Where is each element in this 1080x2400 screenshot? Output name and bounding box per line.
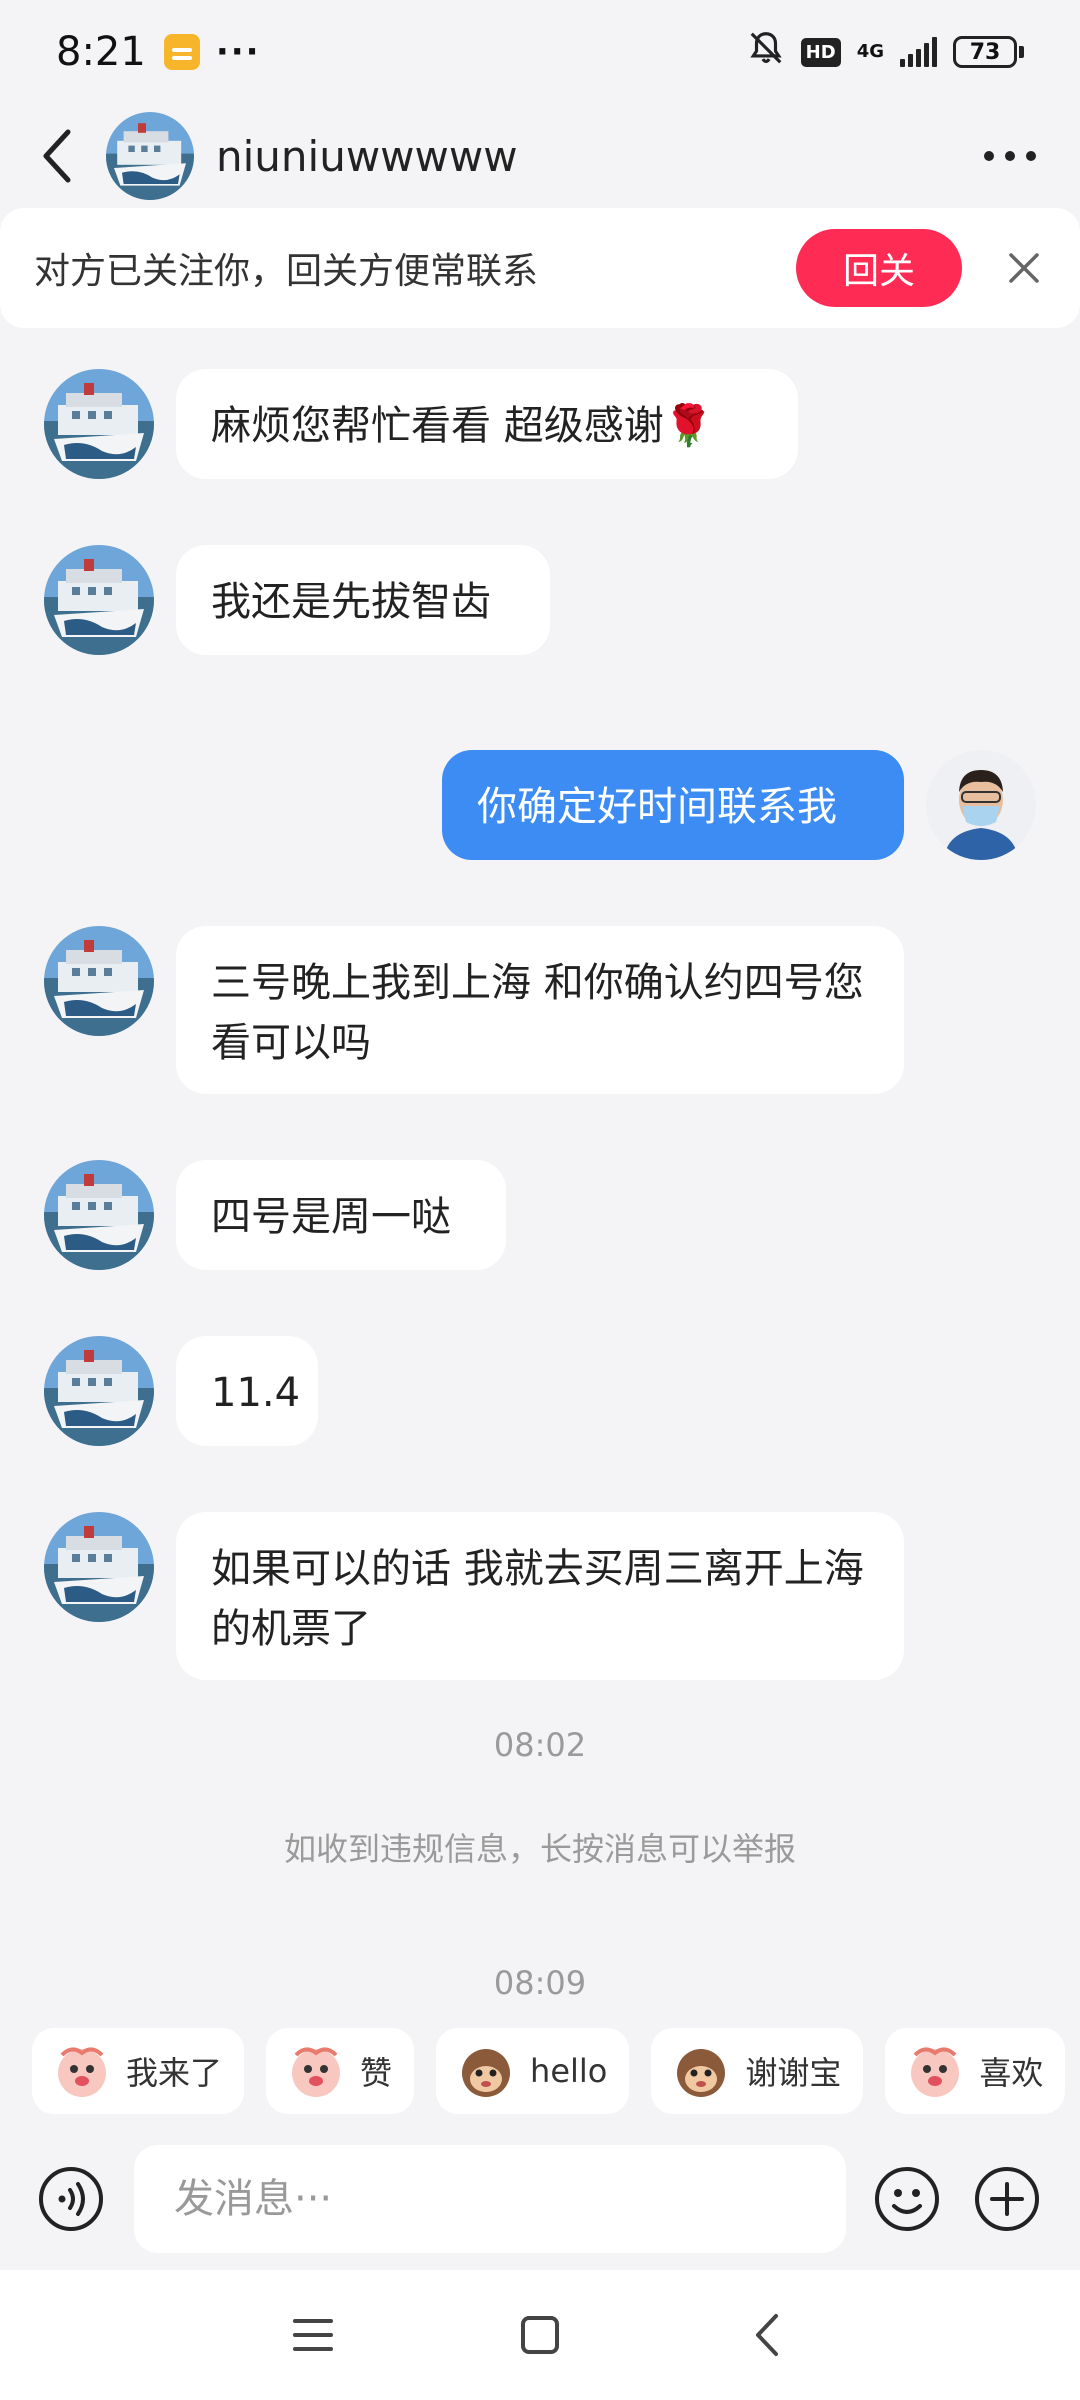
home-icon[interactable] (500, 2295, 580, 2375)
battery-icon: 73 (953, 36, 1024, 68)
my-message-bubble[interactable]: 你确定好时间联系我 (442, 750, 904, 860)
quick-reply-chip[interactable]: 谢谢宝 (651, 2028, 864, 2114)
message-bubble[interactable]: 我还是先拔智齿 (176, 545, 550, 655)
voice-input-icon[interactable] (36, 2164, 106, 2234)
message-input[interactable] (134, 2145, 846, 2253)
mute-bell-icon (747, 29, 785, 76)
message-bubble[interactable]: 11.4 (176, 1336, 318, 1446)
status-bar: 8:21 ··· HD 4G 73 (0, 0, 1080, 104)
message-bubble[interactable]: 麻烦您帮忙看看 超级感谢🌹 (176, 369, 798, 479)
notes-app-icon (163, 34, 200, 70)
menu-icon[interactable] (273, 2295, 353, 2375)
monkey-sticker-icon (456, 2041, 516, 2101)
system-nav-bar (0, 2270, 1080, 2400)
input-row (0, 2144, 1080, 2254)
battery-level: 73 (953, 36, 1017, 68)
quick-reply-chip[interactable]: 我来了 (32, 2028, 245, 2114)
quick-reply-label: 我来了 (126, 2054, 223, 2092)
quick-reply-chip[interactable]: hello (436, 2028, 630, 2114)
follow-back-banner: 对方已关注你，回关方便常联系 回关 (0, 208, 1080, 328)
hd-voice-icon: HD (800, 37, 841, 67)
composer-panel: 我来了 赞 hello 谢谢宝 喜欢 (0, 1996, 1080, 2270)
quick-reply-label: 赞 (360, 2054, 393, 2092)
sender-avatar[interactable] (44, 369, 154, 479)
quick-reply-chip[interactable]: 赞 (266, 2028, 415, 2114)
my-avatar[interactable] (926, 750, 1036, 860)
sticker-icon (671, 2041, 731, 2101)
sticker-icon (905, 2041, 965, 2101)
quick-reply-row: 我来了 赞 hello 谢谢宝 喜欢 (32, 2028, 1066, 2114)
sender-avatar[interactable] (44, 1160, 154, 1270)
status-time: 8:21 (56, 29, 146, 75)
sender-avatar[interactable] (44, 1512, 154, 1622)
sender-avatar[interactable] (44, 926, 154, 1036)
signal-icon (900, 37, 937, 67)
status-icons: HD 4G 73 (747, 29, 1024, 76)
plus-icon[interactable] (972, 2164, 1042, 2234)
sender-avatar[interactable] (44, 1336, 154, 1446)
follow-banner-text: 对方已关注你，回关方便常联系 (34, 251, 539, 292)
status-more-indicator: ··· (215, 32, 261, 72)
close-icon[interactable] (1002, 246, 1046, 290)
quick-reply-chip[interactable]: 喜欢 (885, 2028, 1066, 2114)
emoji-icon[interactable] (872, 2164, 942, 2234)
message-bubble[interactable]: 如果可以的话 我就去买周三离开上海的机票了 (176, 1512, 904, 1680)
quick-reply-label: hello (530, 2052, 608, 2090)
back-arrow-icon[interactable] (40, 126, 84, 186)
chat-header: niuniuwwwww (0, 104, 1080, 208)
follow-back-button[interactable]: 回关 (796, 229, 962, 307)
message-bubble[interactable]: 三号晚上我到上海 和你确认约四号您看可以吗 (176, 926, 904, 1094)
more-options-icon[interactable] (980, 126, 1040, 186)
timestamp: 08:02 (493, 1726, 587, 1764)
sticker-icon (286, 2041, 346, 2101)
quick-reply-label: 谢谢宝 (745, 2054, 842, 2092)
network-type: 4G (856, 41, 884, 62)
message-bubble[interactable]: 四号是周一哒 (176, 1160, 506, 1270)
report-notice: 如收到违规信息，长按消息可以举报 (283, 1830, 796, 1868)
quick-reply-label: 喜欢 (979, 2054, 1044, 2092)
sticker-icon (52, 2041, 112, 2101)
sender-avatar[interactable] (44, 545, 154, 655)
back-icon[interactable] (727, 2295, 807, 2375)
contact-avatar[interactable] (106, 112, 194, 200)
contact-name[interactable]: niuniuwwwww (216, 132, 518, 181)
